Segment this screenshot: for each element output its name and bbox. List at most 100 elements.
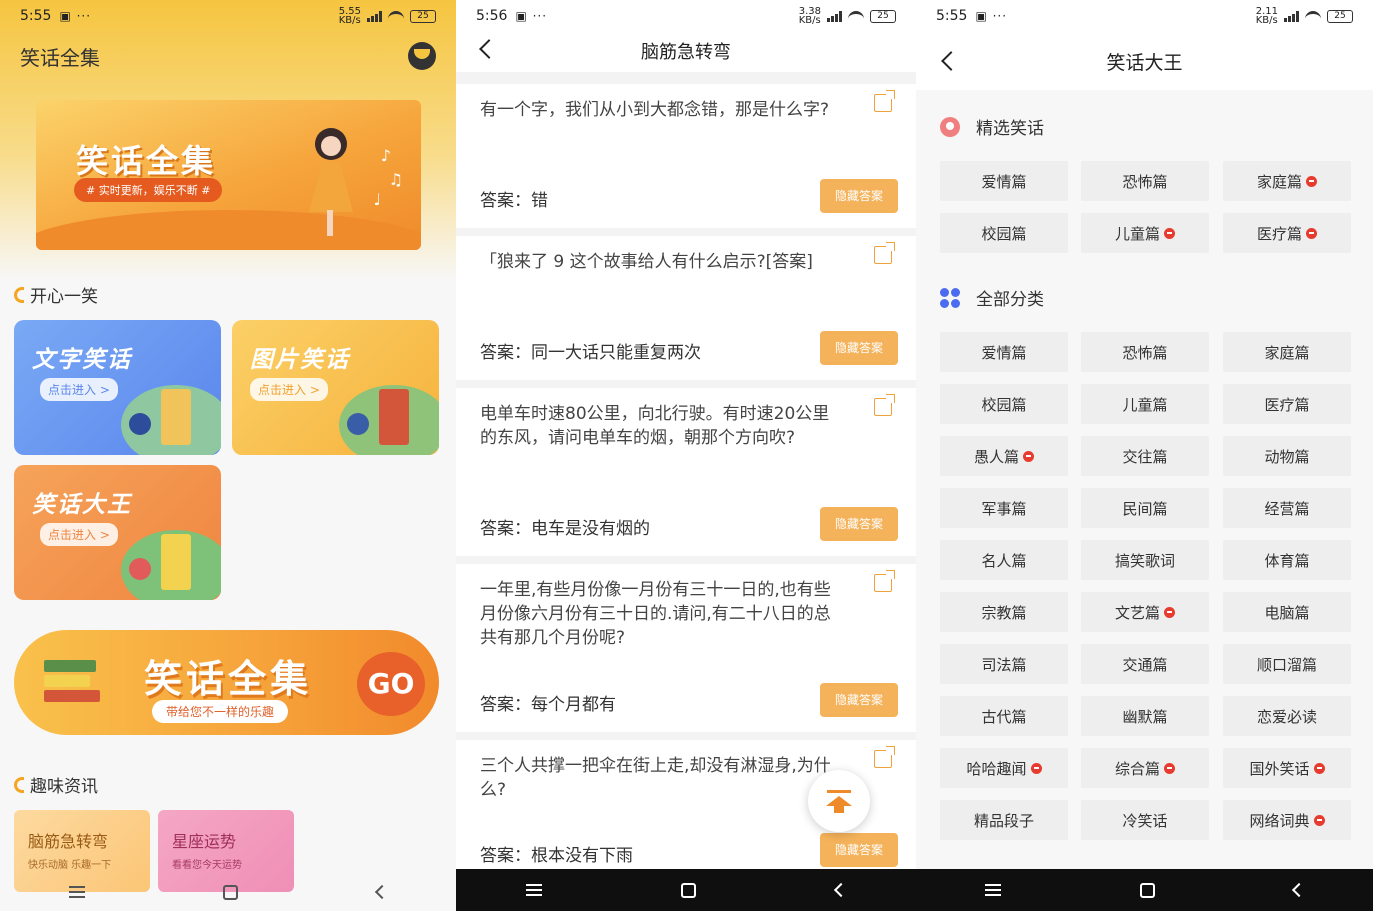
category-tag[interactable]: 恋爱必读 xyxy=(1223,696,1351,736)
category-tag[interactable]: 冷笑话 xyxy=(1081,800,1209,840)
category-tag[interactable]: 幽默篇 xyxy=(1081,696,1209,736)
category-tag[interactable]: 儿童篇 xyxy=(1081,213,1209,253)
category-label: 交通篇 xyxy=(1122,655,1168,674)
section-happy: 开心一笑 xyxy=(14,282,98,307)
category-tag[interactable]: 交往篇 xyxy=(1081,436,1209,476)
hot-icon xyxy=(1164,606,1175,618)
card-title: 笑话大王 xyxy=(32,492,132,518)
category-label: 恋爱必读 xyxy=(1256,707,1317,726)
category-tag[interactable]: 愚人篇 xyxy=(940,436,1068,476)
category-tag[interactable]: 经营篇 xyxy=(1223,488,1351,528)
back-icon[interactable] xyxy=(834,882,849,898)
category-tag[interactable]: 顺口溜篇 xyxy=(1223,644,1351,684)
menu-icon[interactable] xyxy=(985,884,1002,896)
menu-icon[interactable] xyxy=(525,884,542,896)
category-tag[interactable]: 体育篇 xyxy=(1223,540,1351,580)
share-icon[interactable] xyxy=(874,746,895,768)
home-icon[interactable] xyxy=(1139,882,1155,898)
card-decoration xyxy=(161,534,191,590)
category-label: 恐怖篇 xyxy=(1122,343,1168,362)
card-decoration xyxy=(161,389,191,445)
share-icon[interactable] xyxy=(874,394,895,416)
category-tag[interactable]: 恐怖篇 xyxy=(1081,161,1209,201)
category-label: 综合篇 xyxy=(1114,759,1160,778)
home-icon[interactable] xyxy=(223,884,239,900)
category-tag[interactable]: 哈哈趣闻 xyxy=(940,748,1068,788)
home-icon[interactable] xyxy=(681,882,697,898)
category-tag[interactable]: 名人篇 xyxy=(940,540,1068,580)
category-tag[interactable]: 网络词典 xyxy=(1223,800,1351,840)
category-tag[interactable]: 医疗篇 xyxy=(1223,384,1351,424)
category-label: 恐怖篇 xyxy=(1122,172,1168,191)
hero-banner[interactable]: 笑话全集 # 实时更新，娱乐不断 # ♪ ♫ ♩ xyxy=(36,100,421,250)
hide-answer-button[interactable]: 隐藏答案 xyxy=(820,507,898,541)
battery-icon: 25 xyxy=(1327,9,1353,23)
category-label: 儿童篇 xyxy=(1114,224,1160,243)
hide-answer-button[interactable]: 隐藏答案 xyxy=(820,331,898,365)
category-tag[interactable]: 宗教篇 xyxy=(940,592,1068,632)
menu-icon[interactable] xyxy=(69,886,86,898)
share-icon[interactable] xyxy=(874,90,895,112)
books-illustration xyxy=(44,660,104,720)
category-tag[interactable]: 医疗篇 xyxy=(1223,213,1351,253)
category-label: 古代篇 xyxy=(981,707,1027,726)
back-icon[interactable] xyxy=(1291,882,1306,898)
card-enter-button[interactable]: 点击进入 > xyxy=(40,523,118,546)
wifi-icon xyxy=(1305,11,1321,21)
top-bar: 笑话大王 xyxy=(916,32,1373,90)
category-tag[interactable]: 精品段子 xyxy=(940,800,1068,840)
category-tag[interactable]: 综合篇 xyxy=(1081,748,1209,788)
category-tag[interactable]: 儿童篇 xyxy=(1081,384,1209,424)
banner-hill xyxy=(36,210,421,250)
category-tag[interactable]: 文艺篇 xyxy=(1081,592,1209,632)
category-tag[interactable]: 恐怖篇 xyxy=(1081,332,1209,372)
category-tag[interactable]: 司法篇 xyxy=(940,644,1068,684)
notification-dots: ▣ ··· xyxy=(515,9,548,23)
card-enter-button[interactable]: 点击进入 > xyxy=(40,378,118,401)
card-joke-king[interactable]: 笑话大王 点击进入 > xyxy=(14,465,221,600)
category-tag[interactable]: 军事篇 xyxy=(940,488,1068,528)
category-label: 校园篇 xyxy=(981,395,1027,414)
category-label: 顺口溜篇 xyxy=(1256,655,1317,674)
card-enter-button[interactable]: 点击进入 > xyxy=(250,378,328,401)
back-icon[interactable] xyxy=(374,884,389,900)
category-label: 爱情篇 xyxy=(981,343,1027,362)
category-tag[interactable]: 校园篇 xyxy=(940,213,1068,253)
hide-answer-button[interactable]: 隐藏答案 xyxy=(820,833,898,867)
category-label: 医疗篇 xyxy=(1264,395,1310,414)
category-tag[interactable]: 校园篇 xyxy=(940,384,1068,424)
share-icon[interactable] xyxy=(874,570,895,592)
net-speed: 2.11 KB/s xyxy=(1255,6,1278,26)
category-tag[interactable]: 家庭篇 xyxy=(1223,161,1351,201)
category-tag[interactable]: 电脑篇 xyxy=(1223,592,1351,632)
scroll-to-top-button[interactable] xyxy=(808,770,870,832)
music-note-icon: ♩ xyxy=(373,190,381,209)
page-title: 脑筋急转弯 xyxy=(641,42,731,63)
avatar-icon[interactable] xyxy=(408,42,436,70)
category-tag[interactable]: 家庭篇 xyxy=(1223,332,1351,372)
category-tag[interactable]: 搞笑歌词 xyxy=(1081,540,1209,580)
card-title: 星座运势 xyxy=(172,832,237,851)
category-label: 精品段子 xyxy=(973,811,1034,830)
share-icon[interactable] xyxy=(874,242,895,264)
category-tag[interactable]: 交通篇 xyxy=(1081,644,1209,684)
go-banner-subtitle: 带给您不一样的乐趣 xyxy=(152,700,289,723)
go-button[interactable]: GO xyxy=(357,652,425,716)
card-desc: 快乐动脑 乐趣一下 xyxy=(28,860,112,871)
card-picture-jokes[interactable]: 图片笑话 点击进入 > xyxy=(232,320,439,455)
category-tag[interactable]: 爱情篇 xyxy=(940,332,1068,372)
category-tag[interactable]: 爱情篇 xyxy=(940,161,1068,201)
category-tag[interactable]: 动物篇 xyxy=(1223,436,1351,476)
category-tag[interactable]: 国外笑话 xyxy=(1223,748,1351,788)
category-tag[interactable]: 民间篇 xyxy=(1081,488,1209,528)
category-label: 儿童篇 xyxy=(1122,395,1168,414)
card-title: 文字笑话 xyxy=(32,347,132,373)
category-tag[interactable]: 古代篇 xyxy=(940,696,1068,736)
wifi-icon xyxy=(848,11,864,21)
go-banner[interactable]: 笑话全集 带给您不一样的乐趣 GO xyxy=(14,630,439,735)
card-text-jokes[interactable]: 文字笑话 点击进入 > xyxy=(14,320,221,455)
section-featured-label: 精选笑话 xyxy=(976,119,1044,139)
hide-answer-button[interactable]: 隐藏答案 xyxy=(820,179,898,213)
hide-answer-button[interactable]: 隐藏答案 xyxy=(820,683,898,717)
question-text: 电单车时速80公里，向北行驶。有时速20公里的东风，请问电单车的烟，朝那个方向吹… xyxy=(480,404,830,448)
